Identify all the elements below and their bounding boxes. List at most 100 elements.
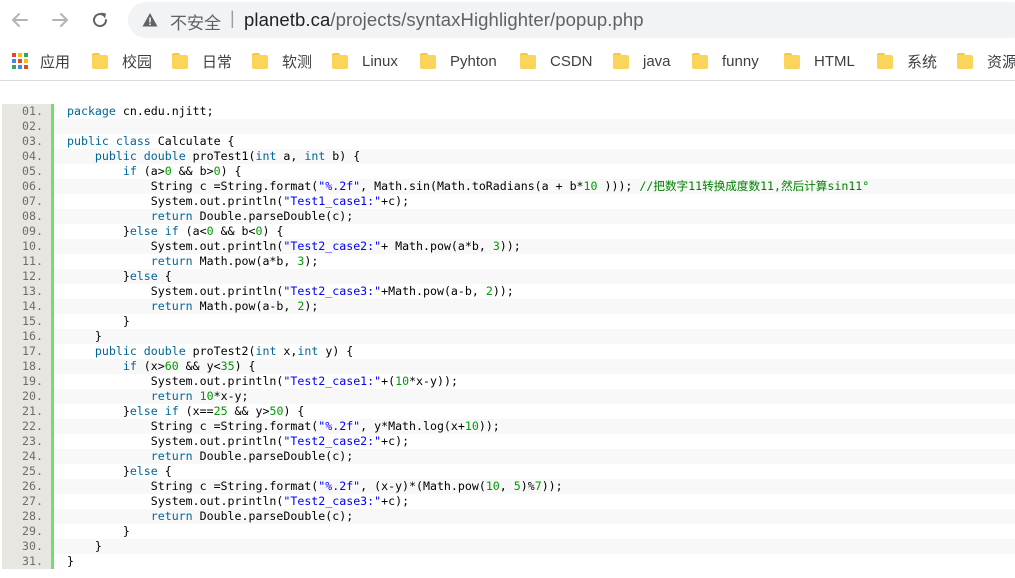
number-token: 50 xyxy=(269,404,284,418)
url-path: /projects/syntaxHighlighter/popup.php xyxy=(330,9,644,30)
keyword-token: return xyxy=(150,449,193,463)
bookmark-folder-pyhton[interactable]: Pyhton xyxy=(420,50,497,72)
number-token: 10 xyxy=(485,479,500,493)
code-line: 09. }else if (a<0 && b<0) { xyxy=(2,224,1015,239)
code-line: 20. return 10*x-y; xyxy=(2,389,1015,404)
line-number: 04. xyxy=(2,149,54,164)
bookmark-folder-funny[interactable]: funny xyxy=(692,50,759,72)
line-source: System.out.println("Test2_case1:"+(10*x-… xyxy=(67,374,1015,389)
bookmark-label: 系统 xyxy=(907,53,938,71)
code-text: *x-y)); xyxy=(409,374,458,388)
code-line: 01. package cn.edu.njitt; xyxy=(2,104,1015,119)
number-token: 0 xyxy=(164,164,172,178)
reload-button[interactable] xyxy=(88,8,112,32)
line-source: }else { xyxy=(67,464,1015,479)
number-token: 35 xyxy=(220,359,235,373)
number-token: 0 xyxy=(206,224,214,238)
code-line: 04. public double proTest1(int a, int b)… xyxy=(2,149,1015,164)
keyword-token: else xyxy=(129,404,158,418)
string-token: "%.2f" xyxy=(318,419,361,433)
url-text[interactable]: planetb.ca/projects/syntaxHighlighter/po… xyxy=(244,9,644,31)
folder-icon xyxy=(332,53,350,69)
line-source: }else if (x==25 && y>50) { xyxy=(67,404,1015,419)
code-viewer: 01. package cn.edu.njitt; 02. 03. public cla… xyxy=(2,104,1015,578)
code-text: ); xyxy=(304,254,319,268)
line-source: return Math.pow(a-b, 2); xyxy=(67,299,1015,314)
code-text: } xyxy=(67,269,130,283)
line-source: } xyxy=(67,539,1015,554)
folder-icon xyxy=(784,53,802,69)
folder-icon xyxy=(957,53,975,69)
code-text: Math.pow(a-b, xyxy=(192,299,298,313)
bookmark-folder-html[interactable]: HTML xyxy=(784,50,855,72)
folder-icon xyxy=(613,53,631,69)
line-source: String c =String.format("%.2f", (x-y)*(M… xyxy=(67,479,1015,494)
code-line: 15. } xyxy=(2,314,1015,329)
code-text: String c =String.format( xyxy=(67,179,319,193)
folder-icon xyxy=(172,53,190,69)
code-text: } xyxy=(67,224,130,238)
line-number: 31. xyxy=(2,554,54,569)
bookmark-folder-resources[interactable]: 资源 xyxy=(957,50,1015,72)
line-source: System.out.println("Test1_case1:"+c); xyxy=(67,194,1015,209)
code-text: Calculate { xyxy=(150,134,235,148)
keyword-token: int xyxy=(255,149,277,163)
string-token: "%.2f" xyxy=(318,479,361,493)
reload-icon xyxy=(93,12,108,28)
bookmark-folder-linux[interactable]: Linux xyxy=(332,50,398,72)
code-line: 13. System.out.println("Test2_case3:"+Ma… xyxy=(2,284,1015,299)
code-text: String c =String.format( xyxy=(67,479,319,493)
keyword-token: else xyxy=(129,269,158,283)
code-text: ) { xyxy=(262,224,284,238)
arrow-right-icon xyxy=(52,13,68,27)
bookmark-folder-csdn[interactable]: CSDN xyxy=(520,50,593,72)
number-token: 0 xyxy=(213,164,221,178)
keyword-token: double xyxy=(143,149,186,163)
line-source: } xyxy=(67,554,1015,569)
code-text: , Math.sin(Math.toRadians(a + b* xyxy=(360,179,584,193)
code-line: 19. System.out.println("Test2_case1:"+(1… xyxy=(2,374,1015,389)
forward-button[interactable] xyxy=(48,8,72,32)
number-token: 10 xyxy=(395,374,410,388)
line-number: 08. xyxy=(2,209,54,224)
bookmark-folder-daily[interactable]: 日常 xyxy=(172,50,232,72)
bookmark-folder-campus[interactable]: 校园 xyxy=(92,50,152,72)
security-label[interactable]: 不安全 xyxy=(170,9,221,34)
warning-icon[interactable] xyxy=(142,12,158,28)
code-text: System.out.println( xyxy=(67,434,284,448)
code-text: )); xyxy=(541,479,563,493)
number-token: 10 xyxy=(583,179,598,193)
arrow-left-icon xyxy=(12,13,28,27)
bookmark-folder-system[interactable]: 系统 xyxy=(877,50,937,72)
code-line: 12. }else { xyxy=(2,269,1015,284)
line-source: } xyxy=(67,314,1015,329)
string-token: "Test1_case1:" xyxy=(283,194,382,208)
number-token: 10 xyxy=(464,419,479,433)
line-source: if (x>60 && y<35) { xyxy=(67,359,1015,374)
bookmark-folder-testing[interactable]: 软测 xyxy=(252,50,312,72)
line-number: 27. xyxy=(2,494,54,509)
line-number: 02. xyxy=(2,119,54,134)
bookmark-apps[interactable]: 应用 xyxy=(12,50,70,72)
code-line: 25. }else { xyxy=(2,464,1015,479)
line-source: return 10*x-y; xyxy=(67,389,1015,404)
comment-token: //把数字11转换成度数11,然后计算sin11° xyxy=(639,179,870,193)
string-token: "Test2_case1:" xyxy=(283,374,382,388)
line-source: String c =String.format("%.2f", Math.sin… xyxy=(67,179,1015,194)
string-token: "Test2_case3:" xyxy=(283,284,382,298)
line-number: 05. xyxy=(2,164,54,179)
bookmark-folder-java[interactable]: java xyxy=(613,50,671,72)
bookmarks-bar: 应用 校园 日常 软测 Linux Pyhton CSDN java funny… xyxy=(0,42,1015,81)
back-button[interactable] xyxy=(8,8,32,32)
code-text: } xyxy=(67,329,102,343)
line-number: 30. xyxy=(2,539,54,554)
bookmark-label: funny xyxy=(722,52,759,70)
address-bar[interactable]: 不安全 | planetb.ca/projects/syntaxHighligh… xyxy=(128,2,1015,38)
